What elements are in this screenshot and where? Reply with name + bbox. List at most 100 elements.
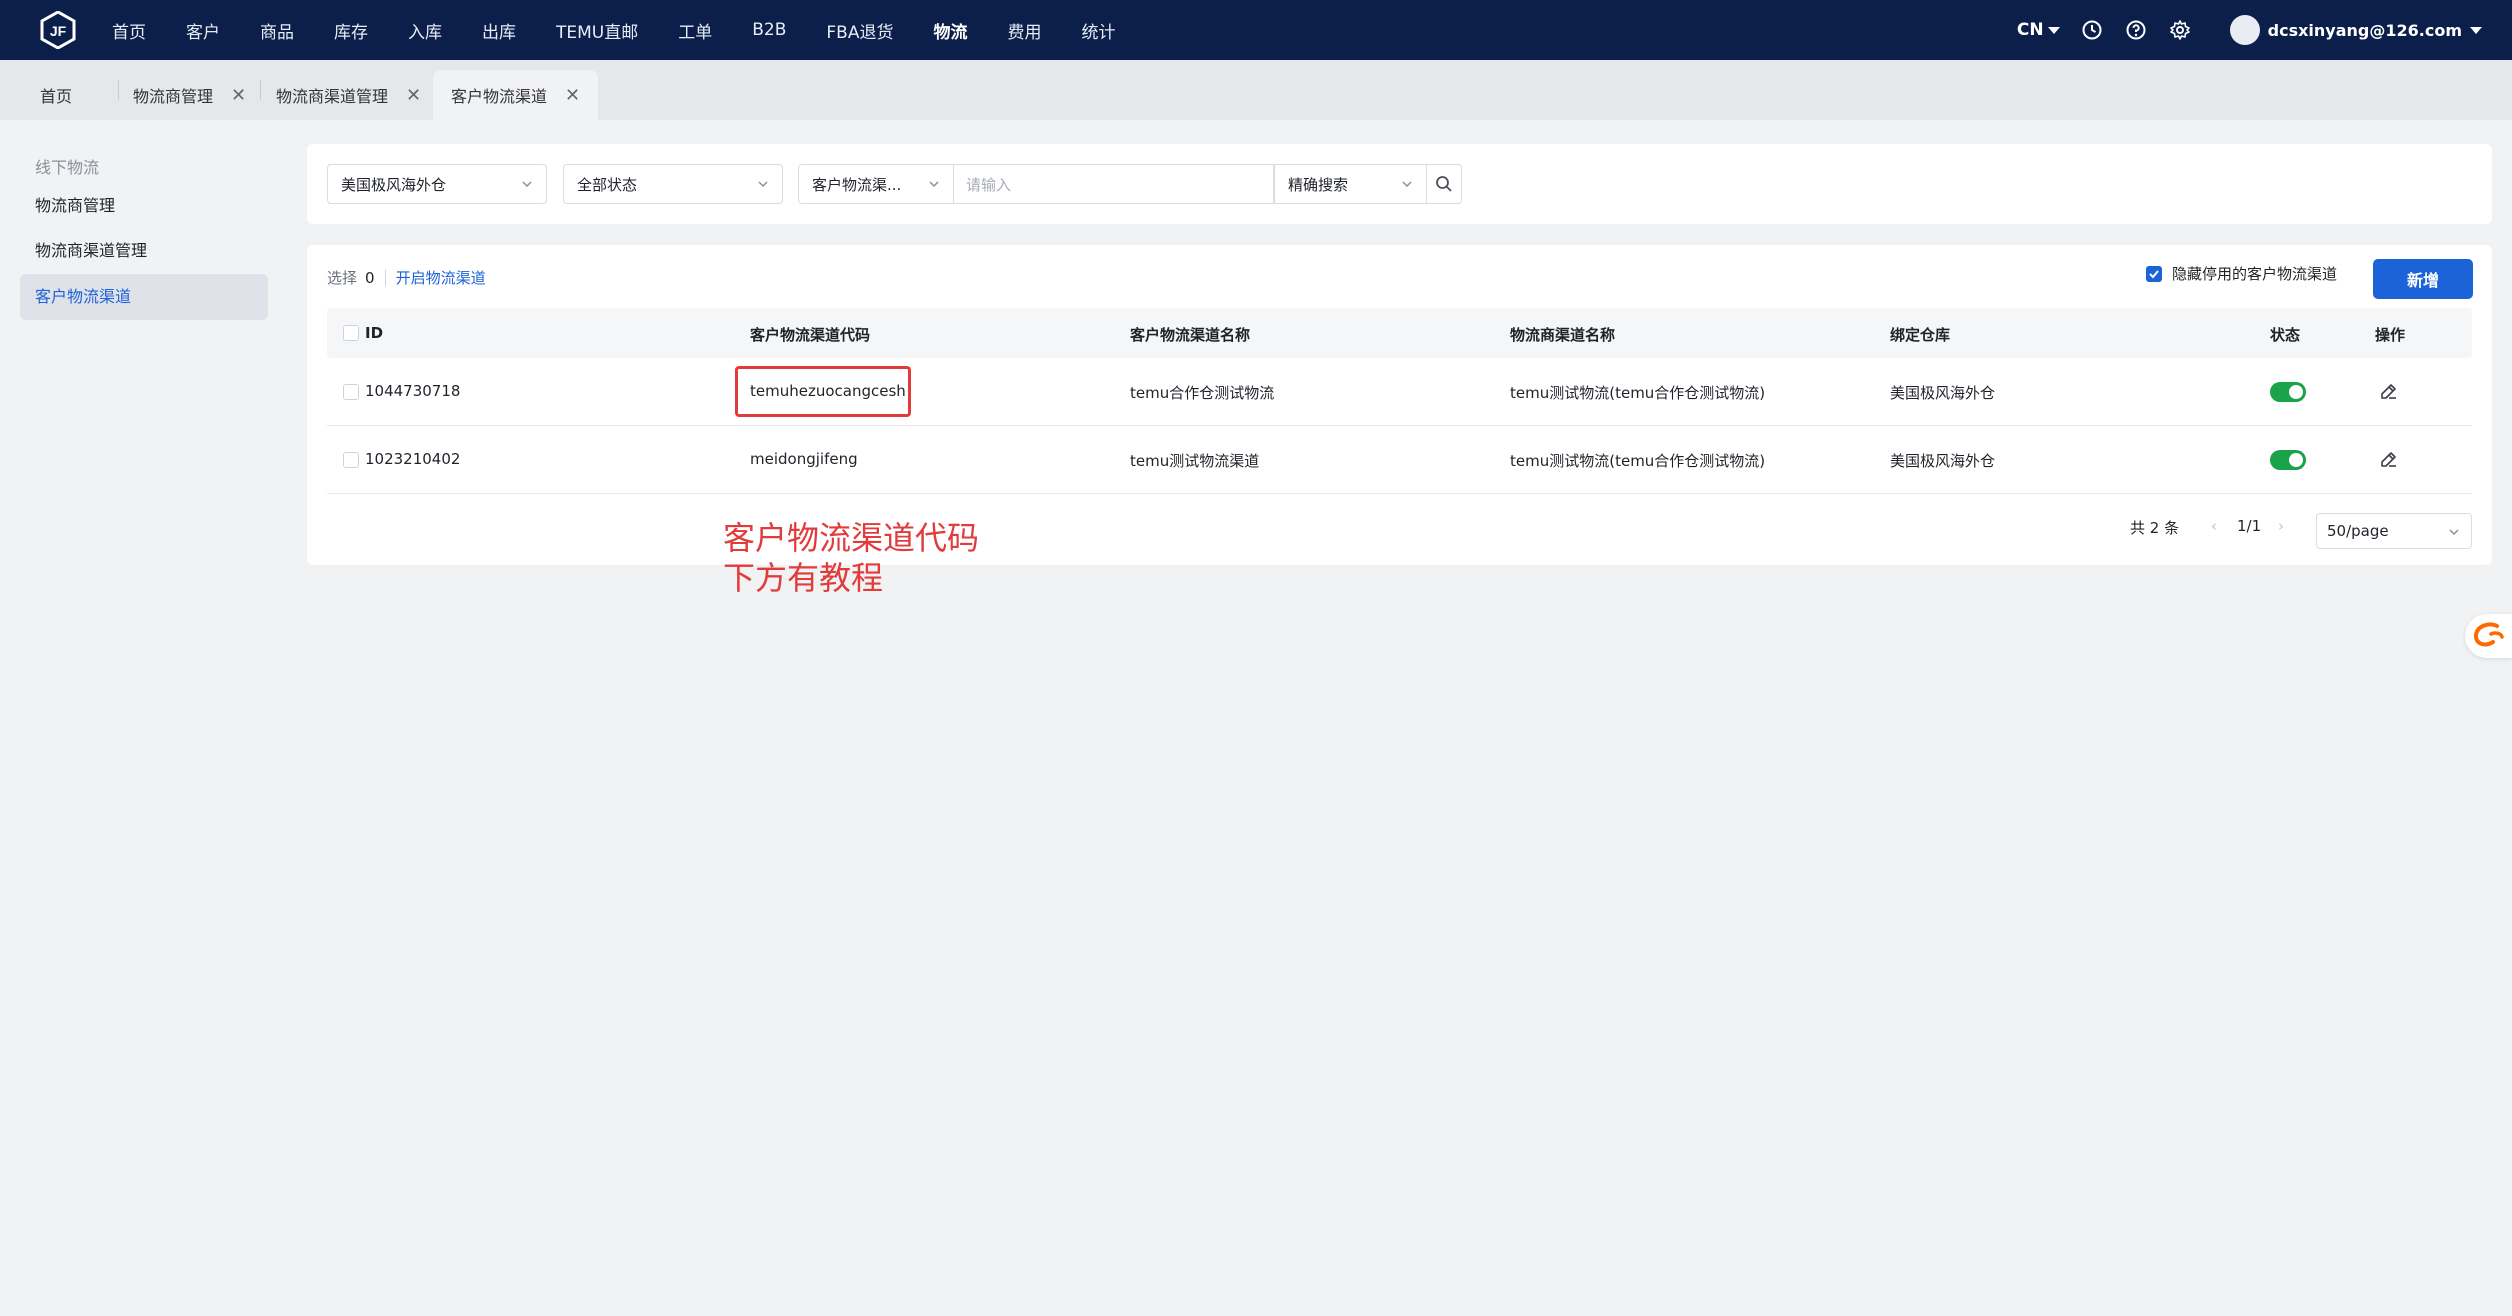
nav-item-fba-return[interactable]: FBA退货 [826,18,893,43]
search-button[interactable] [1426,164,1462,204]
main-nav: 首页 客户 商品 库存 入库 出库 TEMU直邮 工单 B2B FBA退货 物流… [112,0,1155,60]
hide-disabled-label: 隐藏停用的客户物流渠道 [2172,265,2338,283]
sidebar-item-customer-channel[interactable]: 客户物流渠道 [20,274,268,320]
sidebar-group-title: 线下物流 [35,158,100,177]
pagination-total: 共 2 条 [2130,519,2180,537]
column-header-action: 操作 [2375,326,2406,344]
column-header-name[interactable]: 客户物流渠道名称 [1130,324,1250,345]
select-label: 选择 [327,269,358,287]
floating-1688-icon[interactable] [2465,614,2512,658]
row-warehouse: 美国极风海外仓 [1890,452,1996,470]
status-select-value: 全部状态 [577,175,638,194]
row-code: meidongjifeng [750,450,858,468]
row-checkbox[interactable] [343,452,359,468]
tab-carrier-channel-management[interactable]: 物流商渠道管理 ✕ [276,70,421,120]
edit-icon[interactable] [2378,380,2400,402]
nav-item-outbound[interactable]: 出库 [482,18,516,43]
close-icon[interactable]: ✕ [565,85,580,106]
column-header-status[interactable]: 状态 [2270,324,2300,345]
next-page-icon[interactable]: › [2278,517,2284,535]
annotation-highlight-box [735,366,911,417]
page-size-select[interactable]: 50/page [2316,513,2472,549]
search-mode-select[interactable]: 精确搜索 [1274,164,1427,204]
enable-channel-link[interactable]: 开启物流渠道 [396,267,486,288]
nav-item-fees[interactable]: 费用 [1007,18,1041,43]
chevron-down-icon [929,181,939,188]
add-button[interactable]: 新增 [2373,259,2473,299]
language-switcher[interactable]: CN [2017,20,2060,40]
check-icon [2149,269,2159,278]
row-name: temu合作仓测试物流 [1130,384,1275,402]
channel-table-panel: 选择 0 开启物流渠道 隐藏停用的客户物流渠道 新增 ID 客户物流渠道代码 客… [307,245,2492,565]
history-clock-icon[interactable] [2080,18,2104,42]
nav-item-temu[interactable]: TEMU直邮 [556,18,638,43]
chevron-down-icon [522,181,532,188]
tab-home[interactable]: 首页 [40,70,72,120]
tab-label: 物流商渠道管理 [276,87,389,106]
chevron-down-icon [1402,181,1412,188]
status-toggle[interactable] [2270,382,2306,402]
table-row[interactable]: 1023210402 meidongjifeng temu测试物流渠道 temu… [327,426,2472,494]
warehouse-select-value: 美国极风海外仓 [341,175,447,194]
caret-down-icon [2047,26,2060,34]
column-header-code[interactable]: 客户物流渠道代码 [750,324,870,345]
sidebar-item-carrier-channel-management[interactable]: 物流商渠道管理 [20,228,268,274]
column-header-id[interactable]: ID [365,324,383,342]
row-name: temu测试物流渠道 [1130,452,1260,470]
tab-label: 首页 [40,87,73,106]
app-logo[interactable]: JF [38,10,78,50]
prev-page-icon[interactable]: ‹ [2211,517,2217,535]
sidebar: 线下物流 物流商管理 物流商渠道管理 客户物流渠道 [0,120,290,1316]
search-field-select[interactable]: 客户物流渠... [798,164,954,204]
row-carrier: temu测试物流(temu合作仓测试物流) [1510,384,1766,402]
annotation-line-1: 客户物流渠道代码 [723,519,980,557]
row-carrier: temu测试物流(temu合作仓测试物流) [1510,452,1766,470]
close-icon[interactable]: ✕ [406,85,421,106]
search-input[interactable]: 请输入 [954,164,1274,204]
chevron-down-icon [758,181,768,188]
sidebar-item-carrier-management[interactable]: 物流商管理 [20,183,268,229]
nav-item-b2b[interactable]: B2B [752,20,786,40]
warehouse-select[interactable]: 美国极风海外仓 [327,164,547,204]
hide-disabled-checkbox[interactable] [2146,265,2162,282]
search-field-value: 客户物流渠... [812,175,902,194]
nav-item-logistics[interactable]: 物流 [933,18,967,43]
table-row[interactable]: 1044730718 temuhezuocangcesh temu合作仓测试物流… [327,358,2472,426]
nav-item-home[interactable]: 首页 [112,18,146,43]
search-mode-value: 精确搜索 [1288,175,1349,194]
nav-item-customer[interactable]: 客户 [186,18,220,43]
tab-customer-channel[interactable]: 客户物流渠道 ✕ [433,70,599,120]
row-id: 1044730718 [365,382,461,400]
avatar [2229,15,2260,45]
pagination-page: 1/1 [2237,517,2262,535]
nav-item-ticket[interactable]: 工单 [678,18,712,43]
close-icon[interactable]: ✕ [231,85,246,106]
chevron-down-icon [2449,529,2459,536]
settings-gear-icon[interactable] [2168,18,2192,42]
top-navbar: JF 首页 客户 商品 库存 入库 出库 TEMU直邮 工单 B2B FBA退货… [0,0,2512,60]
tab-divider [118,80,119,100]
page-tab-strip: 首页 物流商管理 ✕ 物流商渠道管理 ✕ 客户物流渠道 ✕ [0,60,2512,120]
status-toggle[interactable] [2270,450,2306,470]
row-checkbox[interactable] [343,384,359,400]
column-header-warehouse[interactable]: 绑定仓库 [1890,324,1950,345]
status-select[interactable]: 全部状态 [563,164,783,204]
select-count: 0 [365,268,375,287]
hide-disabled-option[interactable]: 隐藏停用的客户物流渠道 [2146,263,2337,284]
user-email: dcsxinyang@126.com [2267,20,2462,40]
edit-icon[interactable] [2378,448,2400,470]
nav-item-inventory[interactable]: 库存 [334,18,368,43]
row-id: 1023210402 [365,450,461,468]
tab-carrier-management[interactable]: 物流商管理 ✕ [133,70,246,120]
tab-divider [260,80,261,100]
select-all-checkbox[interactable] [343,325,359,341]
nav-item-stats[interactable]: 统计 [1081,18,1115,43]
page-size-value: 50/page [2327,522,2389,540]
tab-label: 客户物流渠道 [451,87,548,106]
help-icon[interactable] [2124,18,2148,42]
user-menu[interactable]: dcsxinyang@126.com [2229,15,2482,45]
nav-item-product[interactable]: 商品 [260,18,294,43]
caret-down-icon [2470,26,2482,34]
nav-item-inbound[interactable]: 入库 [408,18,442,43]
column-header-carrier[interactable]: 物流商渠道名称 [1510,324,1615,345]
